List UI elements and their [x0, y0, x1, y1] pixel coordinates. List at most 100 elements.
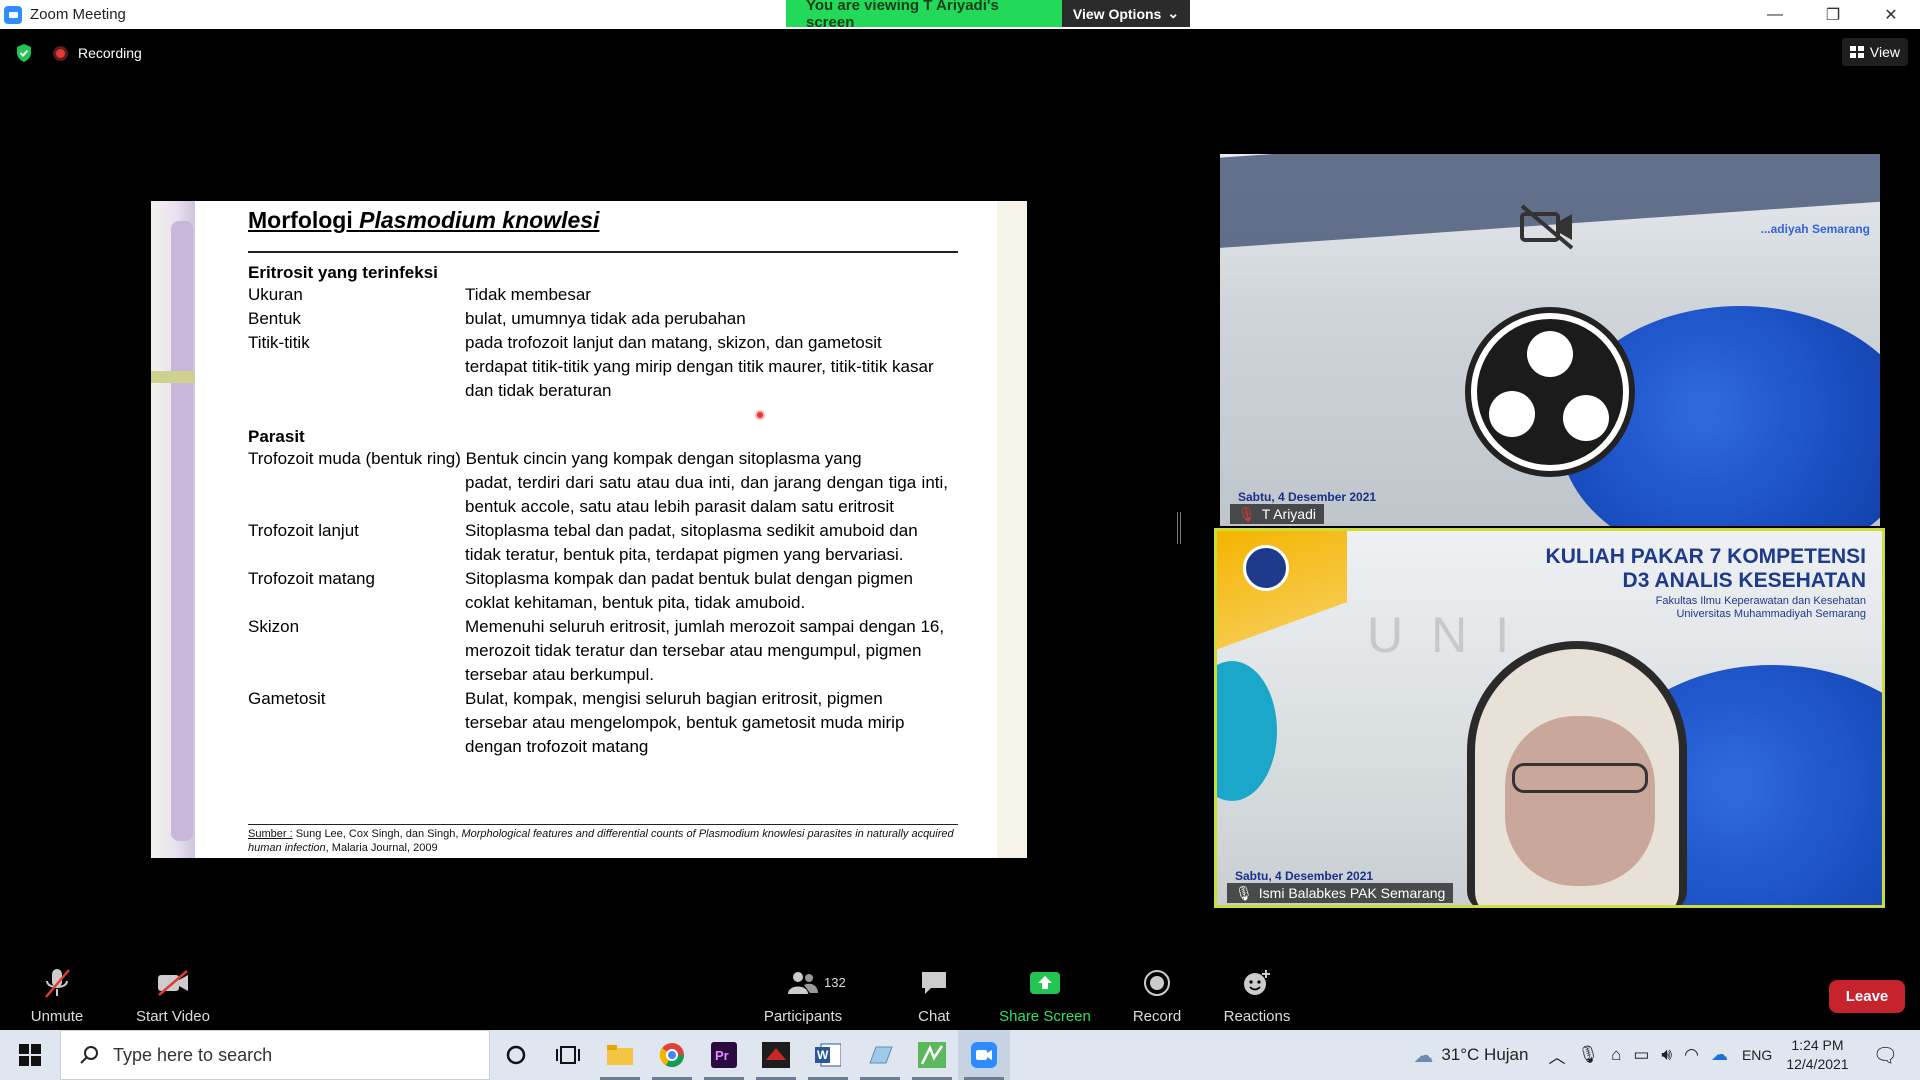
slide-decoration-left	[151, 201, 195, 858]
restore-button[interactable]: ❐	[1804, 0, 1862, 29]
view-options-button[interactable]: View Options ⌄	[1062, 0, 1190, 27]
reactions-button[interactable]: Reactions	[1202, 955, 1312, 1030]
record-button[interactable]: Record	[1102, 955, 1212, 1030]
cortana-icon[interactable]	[490, 1030, 542, 1080]
premiere-pro-icon[interactable]: Pr	[698, 1030, 750, 1080]
share-screen-button[interactable]: Share Screen	[990, 955, 1100, 1030]
zoom-taskbar-icon[interactable]	[958, 1030, 1010, 1080]
search-icon	[80, 1046, 98, 1064]
window-controls: — ❐ ✕	[1746, 0, 1920, 29]
slide-decoration-right	[997, 201, 1027, 858]
row-key: Trofozoit matang	[248, 569, 375, 588]
participant-name-caption: 🎙︎ Ismi Balabkes PAK Semarang	[1227, 883, 1454, 903]
battery-icon[interactable]: ▭	[1633, 1045, 1649, 1065]
table-row: Bentuk bulat, umumnya tidak ada perubaha…	[248, 307, 948, 331]
clock-date: 12/4/2021	[1786, 1056, 1849, 1072]
weather-text[interactable]: 31°C Hujan	[1441, 1045, 1528, 1065]
video-tile-t-ariyadi[interactable]: ...adiyah Semarang Sabtu, 4 Desember 202…	[1220, 154, 1880, 526]
search-placeholder: Type here to search	[113, 1044, 273, 1065]
participant-name: T Ariyadi	[1261, 506, 1316, 522]
row-value: Bulat, kompak, mengisi seluruh bagian er…	[465, 689, 905, 756]
row-key: Trofozoit muda (bentuk ring)	[248, 449, 461, 468]
vpn-icon[interactable]: ⌂	[1611, 1045, 1621, 1065]
row-key: Ukuran	[248, 285, 303, 304]
tile-date-text: Sabtu, 4 Desember 2021	[1235, 869, 1374, 883]
record-icon	[1144, 970, 1170, 996]
weather-icon[interactable]: ☁	[1413, 1043, 1433, 1068]
chat-bubble-icon	[922, 972, 946, 994]
row-value: Sitoplasma kompak dan padat bentuk bulat…	[465, 569, 913, 612]
share-screen-label: Share Screen	[999, 1008, 1091, 1025]
security-shield-icon[interactable]	[15, 43, 33, 63]
leave-button[interactable]: Leave	[1829, 980, 1905, 1013]
video-tile-ismi[interactable]: UNI KULIAH PAKAR 7 KOMPETENSI D3 ANALIS …	[1214, 528, 1885, 908]
chevron-down-icon: ⌄	[1167, 5, 1180, 21]
participants-icon	[788, 972, 818, 994]
word-icon[interactable]: W	[802, 1030, 854, 1080]
section-heading-eritrosit: Eritrosit yang terinfeksi	[248, 263, 438, 282]
row-key: Bentuk	[248, 309, 301, 328]
background-watermark: UNI	[1367, 607, 1538, 663]
svg-text:Pr: Pr	[715, 1048, 729, 1063]
meeting-status-row: Recording	[0, 40, 142, 66]
table-row: Gametosit Bulat, kompak, mengisi seluruh…	[248, 687, 948, 759]
taskbar-search-box[interactable]: Type here to search	[60, 1030, 490, 1080]
table-row: Trofozoit matang Sitoplasma kompak dan p…	[248, 567, 948, 615]
unmute-button[interactable]: Unmute	[2, 955, 112, 1030]
taskbar-clock[interactable]: 1:24 PM 12/4/2021	[1786, 1036, 1848, 1074]
event-subheading: Fakultas Ilmu Keperawatan dan Kesehatan …	[1655, 595, 1866, 620]
row-key: Titik-titik	[248, 333, 310, 352]
participant-name-caption: 🎙︎ T Ariyadi	[1230, 504, 1324, 524]
photos-app-icon[interactable]	[854, 1030, 906, 1080]
chevron-up-icon[interactable]: ︿	[1548, 1043, 1565, 1068]
chat-button[interactable]: Chat	[879, 955, 989, 1030]
source-journal: , Malaria Journal, 2009	[325, 842, 438, 854]
minimize-button[interactable]: —	[1746, 0, 1804, 29]
row-key: Trofozoit lanjut	[248, 521, 359, 540]
meeting-controls-bar: Unmute ︿ Start Video ︿ Participants 132 …	[0, 955, 1920, 1030]
source-authors: Sung Lee, Cox Singh, dan Singh,	[292, 828, 462, 840]
row-value-inline: Bentuk cincin yang kompak dengan sitopla…	[465, 449, 862, 468]
participants-button[interactable]: Participants	[748, 955, 858, 1030]
unmute-label: Unmute	[30, 1008, 84, 1025]
start-video-button[interactable]: Start Video	[118, 955, 228, 1030]
tile-banner-text: ...adiyah Semarang	[1760, 222, 1870, 236]
microphone-icon[interactable]: 🎙︎	[1577, 1045, 1599, 1065]
row-value: bulat, umumnya tidak ada perubahan	[465, 309, 746, 328]
file-explorer-icon[interactable]	[594, 1030, 646, 1080]
volume-icon[interactable]: 🔊︎	[1661, 1045, 1672, 1065]
clock-time: 1:24 PM	[1791, 1037, 1844, 1053]
camtasia-icon[interactable]	[906, 1030, 958, 1080]
view-layout-button[interactable]: View	[1841, 38, 1908, 66]
record-label: Record	[1132, 1008, 1182, 1025]
notification-icon[interactable]: 🗨︎	[1873, 1043, 1898, 1068]
laser-pointer	[755, 410, 765, 420]
participant-count: 132	[824, 975, 846, 990]
smiley-plus-icon	[1244, 970, 1270, 995]
window-title: Zoom Meeting	[30, 6, 126, 23]
table-row: Trofozoit muda (bentuk ring) Bentuk cinc…	[248, 447, 948, 471]
mic-icon: 🎙︎	[1235, 884, 1253, 901]
shared-screen[interactable]: Morfologi Plasmodium knowlesi Eritrosit …	[8, 201, 1171, 858]
onedrive-icon[interactable]: ☁	[1711, 1045, 1728, 1065]
row-value: Sitoplasma tebal dan padat, sitoplasma s…	[465, 521, 918, 564]
slide-title-italic: Plasmodium knowlesi	[359, 207, 600, 233]
media-app-icon[interactable]	[750, 1030, 802, 1080]
recording-icon	[53, 45, 68, 61]
task-view-icon[interactable]	[542, 1030, 594, 1080]
event-heading: KULIAH PAKAR 7 KOMPETENSI D3 ANALIS KESE…	[1545, 545, 1866, 592]
source-rule	[248, 824, 958, 825]
row-value: Memenuhi seluruh eritrosit, jumlah meroz…	[465, 617, 945, 684]
start-button[interactable]	[0, 1030, 60, 1080]
wifi-icon[interactable]: ◠	[1684, 1045, 1699, 1065]
slide-content: Morfologi Plasmodium knowlesi	[248, 207, 948, 234]
close-button[interactable]: ✕	[1862, 0, 1920, 29]
language-indicator[interactable]: ENG	[1742, 1047, 1772, 1063]
participants-label: Participants	[763, 1008, 843, 1025]
chrome-icon[interactable]	[646, 1030, 698, 1080]
table-row: Trofozoit lanjut Sitoplasma tebal dan pa…	[248, 519, 948, 567]
slide-source-citation: Sumber : Sung Lee, Cox Singh, dan Singh,…	[248, 827, 960, 855]
table-row: Skizon Memenuhi seluruh eritrosit, jumla…	[248, 615, 948, 687]
panel-resize-handle[interactable]	[1177, 512, 1181, 544]
recording-label: Recording	[78, 45, 142, 61]
